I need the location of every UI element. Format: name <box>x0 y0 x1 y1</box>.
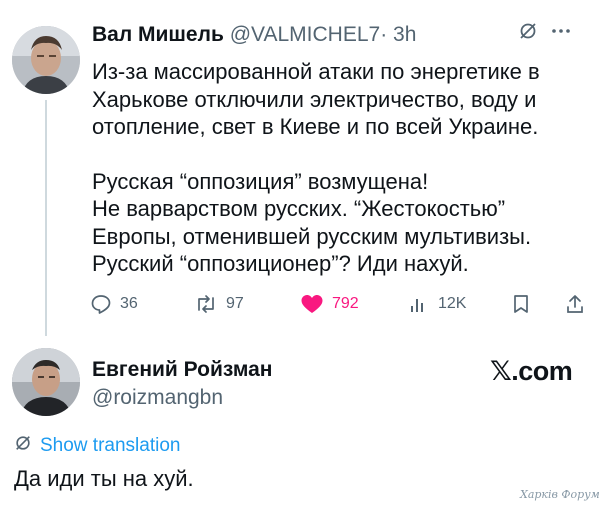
separator-dot: · <box>380 23 388 46</box>
tweet1-menu <box>518 21 572 47</box>
avatar-val-michel[interactable] <box>12 26 80 94</box>
tweet2-text: Да иди ты на хуй. <box>14 466 194 491</box>
share-button[interactable] <box>564 291 586 317</box>
author-handle[interactable]: @VALMICHEL7 <box>230 23 380 46</box>
tweet-line: Из-за массированной атаки по энергетике … <box>92 59 540 84</box>
share-icon <box>567 295 583 313</box>
heart-icon <box>301 295 323 313</box>
avatar-roizman[interactable] <box>12 348 80 416</box>
grok-icon[interactable] <box>518 21 538 47</box>
reply-icon <box>91 295 111 314</box>
repost-icon <box>198 295 214 313</box>
post-time[interactable]: 3h <box>393 23 416 46</box>
views-icon <box>411 299 423 312</box>
tweet-line: Русская “оппозиция” возмущена! <box>92 168 429 194</box>
show-translation-link[interactable]: Show translation <box>14 434 180 458</box>
thread-line <box>45 100 47 336</box>
bookmark-button[interactable] <box>510 291 532 317</box>
tweet1-text: Из-за массированной атаки по энергетике … <box>92 58 592 278</box>
tweet-line: Европы, отменившей русским мультивизы. <box>92 223 532 249</box>
repost-button[interactable]: 97 <box>194 291 244 317</box>
watermark: Харків Форум <box>520 488 600 501</box>
translate-icon <box>14 434 32 458</box>
author-handle-2[interactable]: @roizmangbn <box>92 386 223 410</box>
repost-count: 97 <box>226 295 244 312</box>
views-count: 12K <box>438 295 467 312</box>
views-button[interactable]: 12K <box>408 291 466 317</box>
tweet1-header: Вал Мишель @VALMICHEL7· 3h <box>92 23 416 47</box>
bookmark-icon <box>514 295 528 313</box>
more-icon[interactable] <box>550 21 572 47</box>
tweet-line: отопление, свет в Киеве и по всей Украин… <box>92 114 539 139</box>
reply-button[interactable]: 36 <box>90 291 138 317</box>
show-translation-label: Show translation <box>40 435 181 456</box>
tweet-line: Русский “оппозиционер”? Иди нахуй. <box>92 251 469 276</box>
tweet-line: Не варварством русских. “Жестокостью” <box>92 196 506 221</box>
like-button[interactable]: 792 <box>300 291 359 317</box>
author-name-2[interactable]: Евгений Ройзман <box>92 358 272 382</box>
author-name[interactable]: Вал Мишель <box>92 23 224 46</box>
tweet-line: Харькове отключили электричество, воду и <box>92 86 537 112</box>
like-count: 792 <box>332 295 359 312</box>
reply-count: 36 <box>120 295 138 312</box>
tweet1-actions: 36 97 792 12K <box>90 291 590 317</box>
x-com-logo: 𝕏.com <box>490 356 573 386</box>
